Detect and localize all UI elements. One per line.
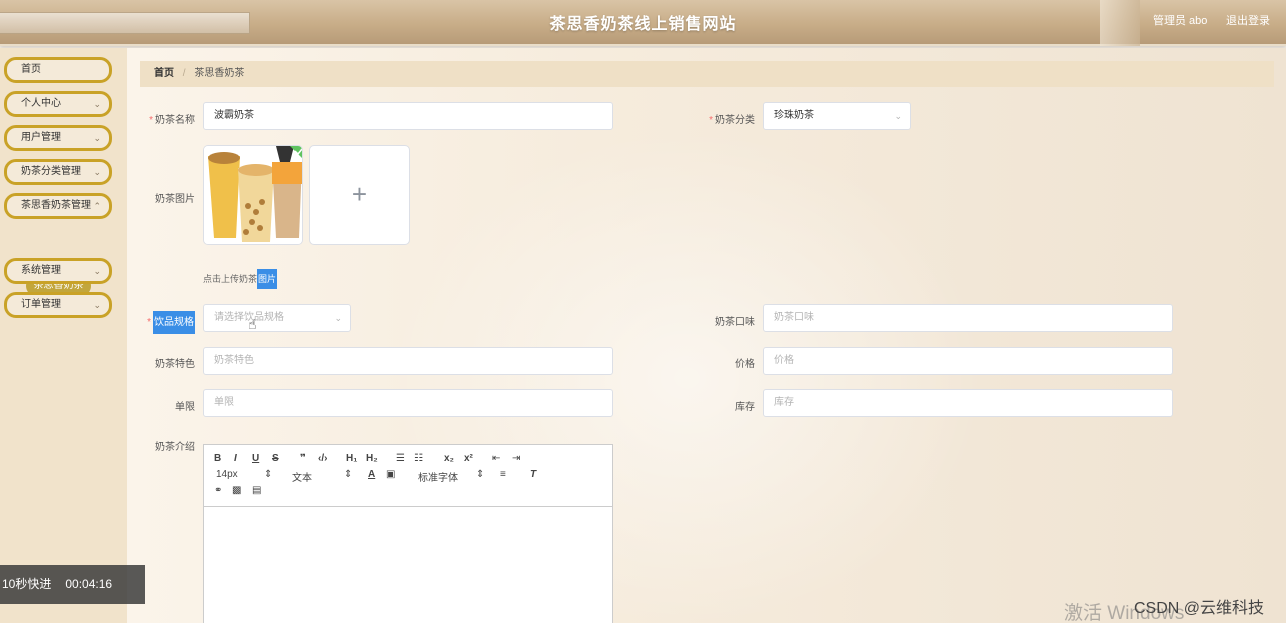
sidebar-item-label: 奶茶分类管理 (21, 166, 81, 177)
category-value: 珍珠奶茶 (774, 110, 814, 121)
breadcrumb-current: 茶思香奶茶 (194, 68, 245, 79)
fast-forward-label: 10秒快进 (2, 577, 52, 591)
chevron-up-icon: ⌃ (93, 201, 101, 211)
sidebar-item-label: 用户管理 (21, 132, 61, 143)
sidebar-item-user-management[interactable]: 用户管理 ⌄ (4, 125, 112, 151)
spec-select[interactable]: 请选择饮品规格 ⌄ (203, 304, 351, 332)
font-size-select[interactable]: 14px (216, 469, 238, 480)
ordered-list-icon[interactable]: ☰ (396, 453, 405, 464)
code-icon[interactable]: ‹/› (318, 453, 327, 464)
sidebar-item-home[interactable]: 首页 (4, 57, 112, 83)
taste-input[interactable]: 奶茶口味 (763, 304, 1173, 332)
text-style-arrow-icon: ⇕ (344, 469, 353, 480)
chevron-down-icon: ⌄ (93, 266, 101, 276)
top-header: 茶思香奶茶线上销售网站 管理员 abo 退出登录 (0, 0, 1286, 46)
chevron-down-icon: ⌄ (93, 300, 101, 310)
name-label: * 奶茶名称 (149, 115, 195, 126)
price-label: 价格 (735, 359, 755, 370)
feature-input[interactable]: 奶茶特色 (203, 347, 613, 375)
price-input[interactable]: 价格 (763, 347, 1173, 375)
spec-label: * 饮品规格 (135, 311, 195, 334)
upload-add-button[interactable]: + (309, 145, 410, 245)
image-icon[interactable]: ▩ (232, 485, 241, 496)
clear-format-icon[interactable]: T (530, 469, 536, 480)
image-label: 奶茶图片 (155, 194, 195, 205)
category-label: * 奶茶分类 (709, 115, 755, 126)
video-overlay: 10秒快进 00:04:16 (0, 565, 145, 604)
link-icon[interactable]: ⚭ (214, 485, 222, 496)
main-content: 首页 / 茶思香奶茶 * 奶茶名称 波霸奶茶 * 奶茶分类 珍珠奶茶 ⌄ 奶茶图片 … (127, 48, 1286, 623)
text-style-select[interactable]: 文本 (292, 469, 312, 484)
limit-label: 单限 (175, 402, 195, 413)
italic-icon[interactable]: I (234, 453, 237, 464)
tea-image-thumbnail[interactable] (203, 145, 303, 245)
sidebar-item-label: 个人中心 (21, 98, 61, 109)
font-family-arrow-icon: ⇕ (476, 469, 485, 480)
milk-tea-image (204, 146, 302, 244)
chevron-down-icon: ⌄ (334, 313, 342, 323)
align-icon[interactable]: ≡ (500, 469, 506, 480)
sidebar-item-label: 茶思香奶茶管理 (21, 200, 91, 211)
taste-label: 奶茶口味 (715, 317, 755, 328)
quote-icon[interactable]: ❞ (300, 453, 306, 464)
indent-icon[interactable]: ⇥ (512, 453, 520, 464)
sidebar-item-personal-center[interactable]: 个人中心 ⌄ (4, 91, 112, 117)
heading1-icon[interactable]: H₁ (346, 453, 357, 464)
chevron-down-icon: ⌄ (894, 111, 902, 121)
video-icon[interactable]: ▤ (252, 485, 261, 496)
chevron-down-icon: ⌄ (93, 167, 101, 177)
name-field[interactable]: 波霸奶茶 (203, 102, 613, 130)
current-user: 管理员 abo (1153, 15, 1208, 27)
bullet-list-icon[interactable]: ☷ (414, 453, 423, 464)
csdn-watermark: CSDN @云维科技 (1134, 600, 1265, 617)
chevron-down-icon: ⌄ (93, 99, 101, 109)
subscript-icon[interactable]: x₂ (444, 453, 454, 464)
sidebar-item-system-management[interactable]: 系统管理 ⌄ (4, 258, 112, 284)
breadcrumb-home[interactable]: 首页 (154, 68, 174, 79)
category-select[interactable]: 珍珠奶茶 ⌄ (763, 102, 911, 130)
feature-label: 奶茶特色 (155, 359, 195, 370)
bold-icon[interactable]: B (214, 453, 221, 464)
sidebar-item-label: 首页 (21, 64, 41, 75)
breadcrumb: 首页 / 茶思香奶茶 (140, 61, 1274, 87)
sidebar-item-tea-management[interactable]: 茶思香奶茶管理 ⌃ (4, 193, 112, 219)
stock-label: 库存 (735, 402, 755, 413)
sidebar-item-label: 系统管理 (21, 265, 61, 276)
font-color-icon[interactable]: A (368, 469, 375, 480)
intro-label: 奶茶介绍 (155, 442, 195, 453)
outdent-icon[interactable]: ⇤ (492, 453, 500, 464)
breadcrumb-separator: / (182, 68, 186, 79)
rich-text-editor[interactable]: B I U S ❞ ‹/› H₁ H₂ ☰ ☷ x₂ x² ⇤ ⇥ 14px ⇕… (203, 444, 613, 623)
font-size-arrow-icon: ⇕ (264, 469, 273, 480)
font-family-select[interactable]: 标准字体 (418, 469, 458, 484)
upload-tip[interactable]: 点击上传奶茶图片 (203, 269, 278, 289)
strike-icon[interactable]: S (272, 453, 279, 464)
background-color-icon[interactable]: ▣ (386, 469, 395, 480)
stock-input[interactable]: 库存 (763, 389, 1173, 417)
superscript-icon[interactable]: x² (464, 453, 473, 464)
sidebar-item-category-management[interactable]: 奶茶分类管理 ⌄ (4, 159, 112, 185)
playback-time: 00:04:16 (65, 577, 113, 591)
underline-icon[interactable]: U (252, 453, 259, 464)
heading2-icon[interactable]: H₂ (366, 453, 378, 464)
sidebar-item-order-management[interactable]: 订单管理 ⌄ (4, 292, 112, 318)
logout-link[interactable]: 退出登录 (1226, 12, 1270, 28)
hand-cursor-icon: ☝ (248, 316, 257, 332)
limit-input[interactable]: 单限 (203, 389, 613, 417)
site-title: 茶思香奶茶线上销售网站 (549, 16, 737, 33)
chevron-down-icon: ⌄ (93, 133, 101, 143)
sidebar: 首页 个人中心 ⌄ 用户管理 ⌄ 奶茶分类管理 ⌄ 茶思香奶茶管理 ⌃ 茶思香奶… (0, 48, 127, 623)
sidebar-item-label: 订单管理 (21, 299, 61, 310)
editor-toolbar: B I U S ❞ ‹/› H₁ H₂ ☰ ☷ x₂ x² ⇤ ⇥ 14px ⇕… (204, 445, 612, 507)
